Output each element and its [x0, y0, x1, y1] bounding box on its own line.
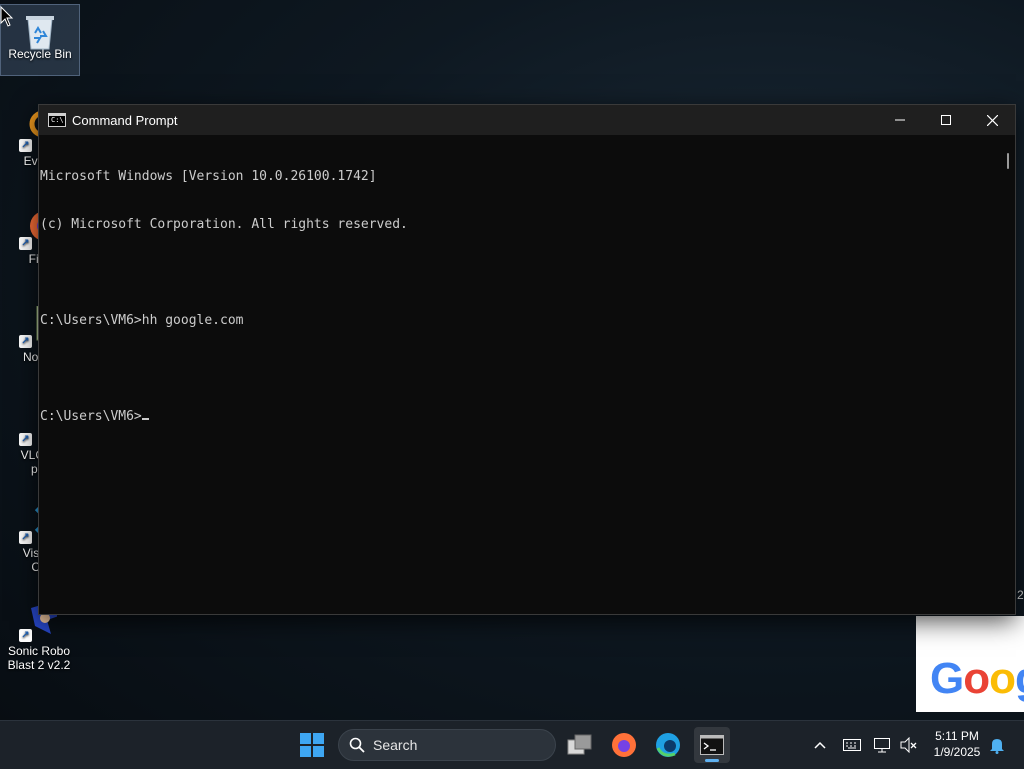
recycle-bin-icon [22, 11, 58, 51]
window-controls [877, 105, 1015, 135]
google-logo-letter: G [930, 654, 964, 703]
task-view-button[interactable] [562, 727, 598, 763]
desktop-icon-label: Sonic Robo [7, 644, 71, 658]
window-title: Command Prompt [72, 112, 178, 128]
google-logo: Goog [930, 654, 1024, 704]
firefox-icon [612, 733, 636, 757]
search-placeholder: Search [373, 737, 418, 753]
title-bar[interactable]: C:\ Command Prompt [39, 105, 1015, 135]
edge-taskbar-button[interactable] [650, 727, 686, 763]
terminal-line: Microsoft Windows [Version 10.0.26100.17… [40, 169, 377, 184]
network-button[interactable] [872, 733, 894, 757]
edge-icon [656, 733, 680, 757]
shortcut-arrow-icon: ↗ [19, 629, 32, 642]
speaker-muted-icon [900, 737, 917, 753]
active-app-indicator [705, 759, 719, 762]
windows-logo-icon [300, 733, 324, 757]
terminal-prompt-line[interactable]: C:\Users\VM6> [40, 409, 1001, 425]
google-logo-letter: o [989, 654, 1016, 703]
terminal-taskbar-button[interactable] [694, 727, 730, 763]
close-button[interactable] [969, 105, 1015, 135]
maximize-button[interactable] [923, 105, 969, 135]
command-prompt-icon: C:\ [48, 113, 66, 127]
vertical-scrollbar[interactable] [1007, 153, 1009, 169]
task-view-icon [567, 734, 592, 755]
search-icon [349, 737, 365, 753]
firefox-taskbar-button[interactable] [606, 727, 642, 763]
desktop-icon-label: Blast 2 v2.2 [7, 658, 71, 672]
volume-button[interactable] [898, 733, 920, 757]
text-cursor [141, 418, 149, 420]
terminal-output[interactable]: Microsoft Windows [Version 10.0.26100.17… [39, 135, 1001, 614]
mouse-pointer-icon [0, 5, 14, 33]
shortcut-arrow-icon: ↗ [19, 237, 32, 250]
minimize-button[interactable] [877, 105, 923, 135]
google-logo-letter: o [963, 654, 990, 703]
minimize-icon [895, 119, 905, 121]
command-prompt-window[interactable]: C:\ Command Prompt Microsoft Windows [Ve… [38, 104, 1016, 615]
shortcut-arrow-icon: ↗ [19, 139, 32, 152]
taskbar: Search 5:11 PM 1/9/2025 [0, 720, 1024, 769]
start-button[interactable] [294, 727, 330, 763]
shortcut-arrow-icon: ↗ [19, 335, 32, 348]
keyboard-icon [843, 739, 861, 751]
bell-icon [990, 739, 1004, 754]
maximize-icon [941, 115, 951, 125]
terminal-line: C:\Users\VM6>hh google.com [40, 313, 244, 328]
shortcut-arrow-icon: ↗ [19, 433, 32, 446]
show-hidden-icons-button[interactable] [810, 733, 830, 757]
terminal-line: (c) Microsoft Corporation. All rights re… [40, 217, 408, 232]
close-icon [986, 114, 998, 126]
chevron-up-icon [814, 741, 826, 749]
notifications-button[interactable] [986, 733, 1008, 757]
taskbar-clock[interactable]: 5:11 PM 1/9/2025 [926, 728, 988, 760]
network-icon [874, 738, 890, 753]
clock-time: 5:11 PM [935, 729, 979, 743]
google-preview-window[interactable]: Goog [916, 616, 1024, 712]
clock-date: 1/9/2025 [933, 745, 981, 759]
keyboard-input-button[interactable] [840, 733, 864, 757]
terminal-prompt: C:\Users\VM6> [40, 409, 142, 424]
desktop-edge-text: 2 [1017, 588, 1024, 602]
taskbar-search-box[interactable]: Search [338, 729, 556, 761]
shortcut-arrow-icon: ↗ [19, 531, 32, 544]
terminal-icon [700, 735, 724, 755]
google-logo-letter: g [1015, 654, 1024, 703]
